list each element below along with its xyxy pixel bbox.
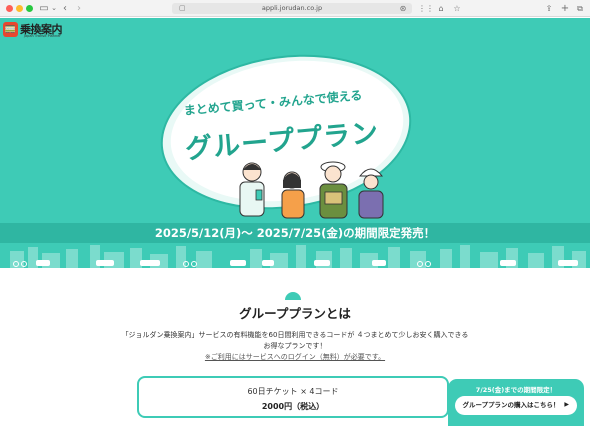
floating-purchase-card: 7/25(金)までの期間限定！ グループプランの購入はこちら！ ▶ [448, 379, 584, 426]
hero-banner: 🚃 乗換案内 Japan Transit Planner まとめて買って・みんな… [0, 18, 590, 268]
browser-window: ▭ ⌄ ‹ › ▢ appli.jorudan.co.jp ⊛ ⋮⋮ ⌂ ☆ ⇪… [0, 0, 590, 426]
section-title: グループプランとは [239, 306, 351, 321]
sidebar-icon[interactable]: ▭ [38, 2, 50, 15]
star-icon[interactable]: ☆ [452, 2, 462, 15]
price-card: 60日チケット × 4コード 2000円（税込） [137, 376, 449, 418]
share-icon[interactable]: ⇪ [544, 2, 554, 15]
zoom-window-button[interactable] [26, 5, 33, 12]
group-people-illustration [239, 161, 384, 219]
home-icon[interactable]: ⌂ [436, 2, 446, 15]
extensions-icon[interactable]: ⋮⋮ [418, 2, 434, 15]
purchase-button-label: グループプランの購入はこちら！ [462, 402, 560, 409]
promo-period-text: 2025/5/12(月)〜 2025/7/25(金)の期間限定発売！ [154, 226, 436, 240]
play-arrow-icon: ▶ [564, 402, 569, 408]
tabs-icon[interactable]: ⧉ [575, 2, 585, 15]
chevron-down-icon[interactable]: ⌄ [50, 2, 58, 15]
limited-time-note: 7/25(金)までの期間限定！ [475, 386, 557, 394]
ticket-price: 2000円（税込） [261, 402, 325, 411]
minimize-window-button[interactable] [16, 5, 23, 12]
new-tab-icon[interactable]: + [560, 2, 570, 15]
browser-toolbar: ▭ ⌄ ‹ › ▢ appli.jorudan.co.jp ⊛ ⋮⋮ ⌂ ☆ ⇪… [0, 0, 590, 17]
translate-icon[interactable]: ⊛ [398, 2, 408, 15]
forward-icon[interactable]: › [74, 2, 84, 15]
address-bar[interactable]: ▢ appli.jorudan.co.jp [172, 3, 412, 14]
purchase-button[interactable]: グループプランの購入はこちら！ ▶ [455, 396, 577, 415]
description-line-1: 「ジョルダン乗換案内」サービスの有料機能を60日間利用できるコードが ４つまとめ… [121, 331, 469, 339]
city-skyline-illustration [0, 243, 590, 268]
login-note-link[interactable]: ※ご利用にはサービスへのログイン（無料）が必要です。 [0, 352, 590, 362]
section-marker [285, 292, 301, 300]
back-icon[interactable]: ‹ [60, 2, 70, 15]
address-text: appli.jorudan.co.jp [261, 4, 323, 12]
train-icon: 🚃 [3, 22, 18, 37]
description-line-2: お得なプランです！ [263, 342, 327, 350]
close-window-button[interactable] [6, 5, 13, 12]
ticket-description: 60日チケット × 4コード [247, 387, 339, 396]
logo-subtext: Japan Transit Planner [24, 34, 61, 38]
